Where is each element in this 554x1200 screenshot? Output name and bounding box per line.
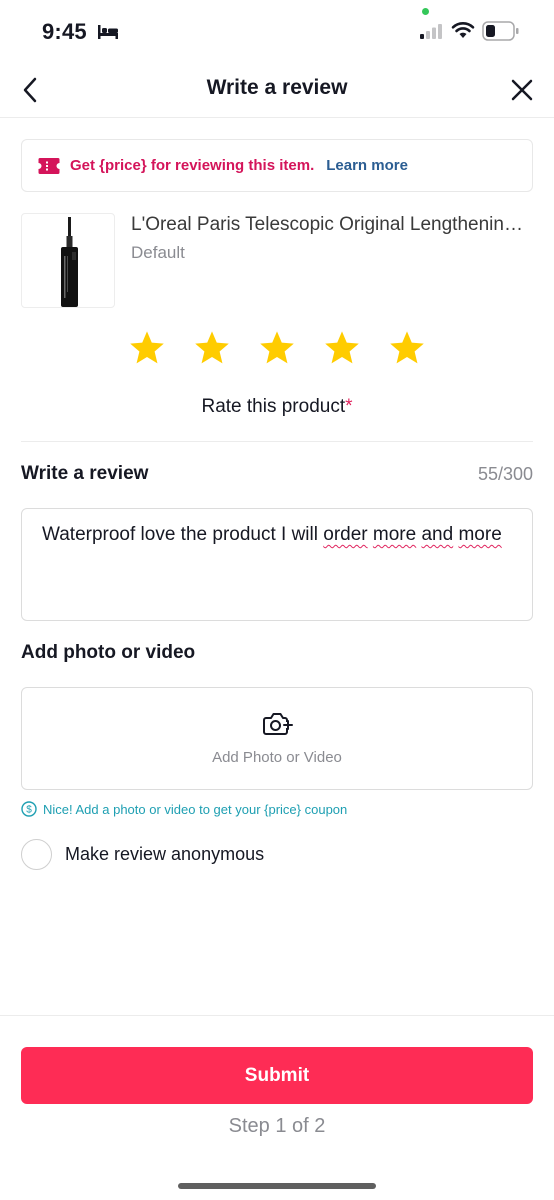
star-icon[interactable] [128, 329, 166, 367]
promo-text: Get {price} for reviewing this item. [70, 157, 315, 174]
battery-icon [482, 21, 519, 41]
char-count: 55/300 [477, 464, 533, 484]
review-text-word: more [372, 524, 417, 545]
dollar-icon: $ [21, 801, 37, 817]
tip-text: Nice! Add a photo or video to get your {… [43, 801, 348, 817]
header-bar: Write a review [0, 62, 554, 118]
signal-icon [420, 24, 442, 39]
required-mark: * [345, 396, 353, 417]
add-photo-button[interactable]: Add Photo or Video [21, 687, 533, 790]
star-rating [0, 329, 554, 367]
promo-banner: Get {price} for reviewing this item. Lea… [21, 139, 533, 192]
svg-text:$: $ [26, 805, 32, 816]
rate-label-text: Rate this product [201, 396, 346, 417]
status-bar: 9:45 [0, 0, 554, 62]
review-text-word: and [421, 524, 454, 545]
rate-product-label: Rate this product* [0, 396, 554, 418]
learn-more-link[interactable]: Learn more [326, 157, 408, 174]
anonymous-label: Make review anonymous [65, 844, 265, 864]
wifi-icon [451, 22, 475, 38]
star-icon[interactable] [388, 329, 426, 367]
close-icon [511, 79, 533, 101]
review-text-word: order [323, 524, 368, 545]
product-variant: Default [131, 243, 185, 262]
review-text-word: more [458, 524, 502, 545]
divider [21, 441, 533, 442]
add-photo-label: Add Photo or Video [212, 749, 342, 766]
coupon-icon [38, 157, 60, 174]
star-icon[interactable] [193, 329, 231, 367]
product-name: L'Oreal Paris Telescopic Original Length… [131, 214, 533, 235]
anonymous-radio[interactable] [21, 839, 52, 870]
bed-icon [98, 25, 118, 39]
photo-heading: Add photo or video [21, 642, 196, 663]
review-text: Waterproof love the product I will [42, 524, 324, 545]
step-indicator: Step 1 of 2 [228, 1115, 326, 1137]
product-image [21, 213, 115, 308]
anonymous-toggle[interactable]: Make review anonymous [21, 839, 264, 870]
coupon-tip: $ Nice! Add a photo or video to get your… [21, 801, 347, 817]
footer-divider [0, 1015, 554, 1016]
review-heading: Write a review [21, 463, 149, 484]
page-title: Write a review [206, 76, 348, 99]
camera-plus-icon [263, 713, 293, 735]
review-textarea[interactable]: Waterproof love the product I will order… [21, 508, 533, 621]
status-time: 9:45 [42, 19, 87, 44]
close-button[interactable] [506, 74, 538, 106]
star-icon[interactable] [258, 329, 296, 367]
star-icon[interactable] [323, 329, 361, 367]
mascara-image [61, 217, 78, 307]
submit-button[interactable]: Submit [21, 1047, 533, 1104]
home-indicator [178, 1183, 376, 1189]
privacy-indicator [422, 8, 429, 15]
